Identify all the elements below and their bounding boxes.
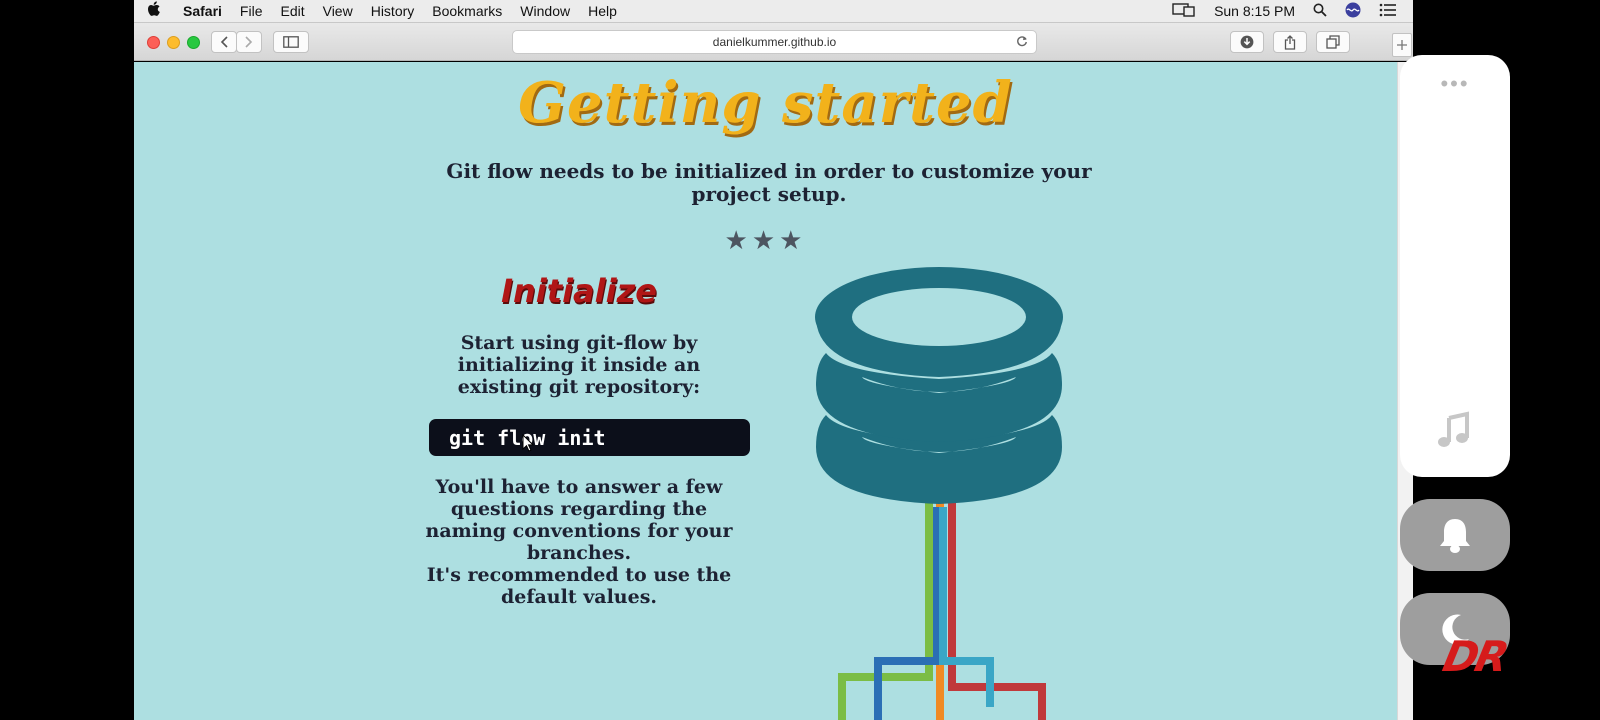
download-icon	[1240, 35, 1254, 49]
forward-button[interactable]	[236, 31, 262, 53]
screen: Safari File Edit View History Bookmarks …	[0, 0, 1600, 720]
share-icon	[1284, 34, 1296, 50]
sidebar-icon	[283, 36, 299, 48]
airplay-display-icon[interactable]	[1172, 2, 1196, 20]
menu-view[interactable]: View	[314, 3, 362, 19]
menu-help[interactable]: Help	[579, 3, 626, 19]
page-title: Getting started	[518, 70, 1013, 136]
more-options-icon[interactable]: •••	[1400, 71, 1510, 97]
default-values-note: It's recommended to use the default valu…	[426, 564, 732, 608]
music-note-icon[interactable]	[1435, 410, 1475, 450]
chevron-left-icon	[220, 36, 228, 48]
menu-safari[interactable]: Safari	[174, 3, 231, 19]
menu-edit[interactable]: Edit	[271, 3, 313, 19]
tabs-overview-button[interactable]	[1316, 31, 1350, 53]
menubar: Safari File Edit View History Bookmarks …	[134, 0, 1413, 23]
minimize-window-button[interactable]	[167, 36, 180, 49]
section-divider-stars: ★★★	[724, 225, 807, 255]
menubar-status: Sun 8:15 PM	[1172, 2, 1413, 21]
mouse-pointer-icon	[522, 433, 535, 452]
channel-watermark-logo: DR	[1438, 632, 1511, 681]
new-tab-button[interactable]	[1392, 33, 1412, 57]
git-repository-illustration	[815, 267, 1063, 720]
menu-history[interactable]: History	[362, 3, 424, 19]
menu-file[interactable]: File	[231, 3, 272, 19]
address-bar[interactable]: danielkummer.github.io	[512, 30, 1037, 54]
notifications-button[interactable]	[1400, 499, 1510, 571]
downloads-button[interactable]	[1230, 31, 1264, 53]
tabs-icon	[1326, 35, 1340, 49]
answer-instructions: You'll have to answer a few questions re…	[419, 476, 739, 608]
branch-lines	[838, 497, 1046, 720]
spotlight-search-icon[interactable]	[1313, 3, 1327, 20]
zoom-window-button[interactable]	[187, 36, 200, 49]
back-button[interactable]	[211, 31, 237, 53]
chevron-right-icon	[245, 36, 253, 48]
notification-center-icon[interactable]	[1379, 3, 1397, 20]
menu-window[interactable]: Window	[511, 3, 579, 19]
menubar-clock[interactable]: Sun 8:15 PM	[1214, 3, 1295, 19]
share-button[interactable]	[1273, 31, 1307, 53]
browser-toolbar: danielkummer.github.io	[134, 23, 1413, 61]
command-code-block[interactable]: git flow init	[429, 419, 750, 456]
bell-icon	[1440, 519, 1470, 553]
url-text: danielkummer.github.io	[712, 35, 837, 49]
menu-bookmarks[interactable]: Bookmarks	[423, 3, 511, 19]
database-cylinder	[815, 267, 1063, 504]
apple-menu-icon[interactable]	[134, 1, 174, 21]
intro-text: Git flow needs to be initialized in orde…	[446, 159, 1092, 206]
floating-side-panel: •••	[1400, 55, 1510, 477]
siri-icon[interactable]	[1345, 2, 1361, 21]
sidebar-button[interactable]	[273, 31, 309, 53]
web-page: Getting started Git flow needs to be ini…	[134, 62, 1397, 720]
section-title-initialize: Initialize	[501, 272, 657, 310]
close-window-button[interactable]	[147, 36, 160, 49]
plus-icon	[1397, 40, 1407, 50]
reload-icon[interactable]	[1016, 34, 1028, 50]
section-description: Start using git-flow by initializing it …	[457, 332, 701, 398]
answer-paragraph: You'll have to answer a few questions re…	[425, 476, 733, 564]
